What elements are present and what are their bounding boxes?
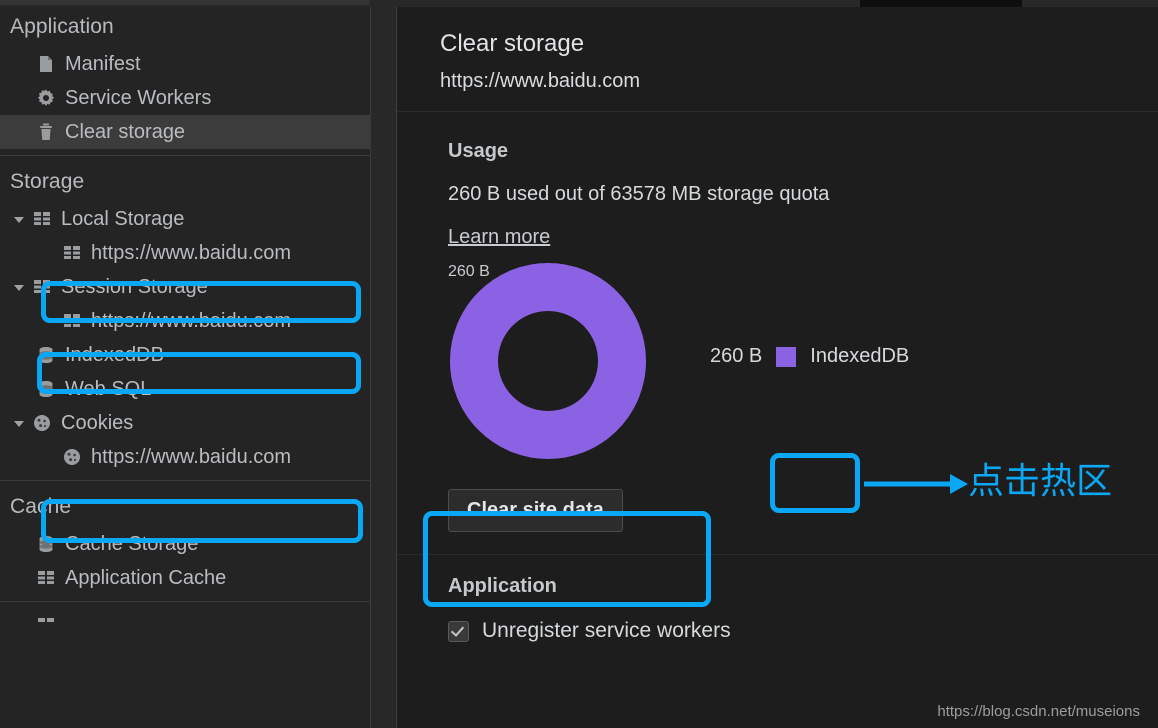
database-icon [39, 381, 53, 397]
sidebar-divider-3 [0, 601, 370, 602]
chevron-down-icon[interactable] [14, 280, 28, 294]
sidebar-item-clear-storage[interactable]: Clear storage [0, 115, 370, 149]
usage-donut-chart: 260 B 260 B IndexedDB [448, 263, 1158, 475]
unregister-service-workers-label: Unregister service workers [482, 619, 731, 642]
sidebar-item-label: IndexedDB [65, 343, 164, 366]
application-heading: Application [448, 575, 557, 597]
panel-origin: https://www.baidu.com [440, 70, 641, 92]
sidebar-item-label: Clear storage [65, 120, 186, 143]
sidebar-section-application: Application [10, 15, 114, 38]
clear-storage-panel: Clear storage https://www.baidu.com Usag… [398, 7, 1158, 728]
cookie-icon [64, 449, 80, 465]
sidebar-item-label: https://www.baidu.com [91, 241, 292, 264]
sidebar-item-session-storage[interactable]: Session Storage [0, 270, 370, 304]
splitter-edge [396, 7, 397, 728]
gear-icon [37, 89, 55, 106]
usage-heading: Usage [448, 140, 509, 162]
sidebar-item-label: Web SQL [65, 377, 152, 400]
sidebar-divider-2 [0, 480, 370, 481]
cookie-icon [34, 415, 50, 431]
unregister-service-workers-checkbox[interactable] [448, 620, 469, 642]
sidebar-item-label: Cookies [61, 411, 134, 434]
table-icon [34, 280, 50, 293]
sidebar-section-cache: Cache [10, 495, 72, 518]
table-icon [38, 618, 54, 622]
database-icon [39, 347, 53, 363]
sidebar-item-label: Service Workers [65, 86, 212, 109]
sidebar-item-cache-storage[interactable]: Cache Storage [0, 527, 370, 561]
document-icon [40, 56, 52, 72]
sidebar-item-label: Cache Storage [65, 532, 199, 555]
sidebar-item-partial[interactable] [0, 608, 370, 642]
legend-value: 260 B [710, 345, 763, 367]
usage-quota-text: 260 B used out of 63578 MB storage quota [448, 183, 830, 205]
top-strip-dark-segment [860, 0, 1022, 7]
top-strip-left-segment [0, 0, 370, 5]
sidebar-item-label: Manifest [65, 52, 141, 75]
chevron-down-icon[interactable] [14, 212, 28, 226]
sidebar-divider-1 [0, 155, 370, 156]
sidebar-item-local-storage-origin[interactable]: https://www.baidu.com [0, 236, 370, 270]
table-icon [34, 212, 50, 225]
window-top-strip [0, 0, 1158, 7]
watermark: https://blog.csdn.net/museions [937, 703, 1140, 720]
sidebar-item-label: Local Storage [61, 207, 185, 230]
page-title: Clear storage [440, 30, 585, 57]
table-icon [64, 246, 80, 259]
clear-site-data-button[interactable]: Clear site data [448, 489, 623, 532]
legend-swatch-indexeddb [776, 346, 797, 367]
chart-legend: 260 B IndexedDB [710, 345, 909, 368]
learn-more-link[interactable]: Learn more [448, 226, 550, 249]
panel-header: Clear storage https://www.baidu.com [398, 7, 1158, 112]
sidebar-item-indexeddb[interactable]: IndexedDB [0, 338, 370, 372]
clear-button-area: Clear site data [398, 475, 1158, 532]
sidebar-item-label: Session Storage [61, 275, 208, 298]
legend-label-indexeddb: IndexedDB [810, 345, 910, 367]
sidebar-section-storage: Storage [10, 170, 85, 193]
sidebar-item-label: https://www.baidu.com [91, 445, 292, 468]
database-icon [39, 536, 53, 552]
sidebar-item-manifest[interactable]: Manifest [0, 47, 370, 81]
panel-splitter[interactable] [371, 7, 397, 728]
sidebar-item-web-sql[interactable]: Web SQL [0, 372, 370, 406]
donut-ring[interactable] [450, 263, 646, 459]
table-icon [64, 314, 80, 327]
sidebar-item-label: https://www.baidu.com [91, 309, 292, 332]
unregister-service-workers-row[interactable]: Unregister service workers [448, 619, 1158, 643]
sidebar-item-service-workers[interactable]: Service Workers [0, 81, 370, 115]
chevron-down-icon[interactable] [14, 416, 28, 430]
sidebar-item-session-storage-origin[interactable]: https://www.baidu.com [0, 304, 370, 338]
sidebar-item-cookies[interactable]: Cookies [0, 406, 370, 440]
application-options-section: Application Unregister service workers [398, 555, 1158, 643]
sidebar-item-label: Application Cache [65, 566, 227, 589]
trash-icon [40, 123, 52, 140]
table-icon [38, 571, 54, 584]
sidebar-item-cookies-origin[interactable]: https://www.baidu.com [0, 440, 370, 474]
usage-section: Usage 260 B used out of 63578 MB storage… [398, 112, 1158, 475]
sidebar-item-application-cache[interactable]: Application Cache [0, 561, 370, 595]
sidebar-item-local-storage[interactable]: Local Storage [0, 202, 370, 236]
application-sidebar[interactable]: Application Manifest Service Workers Cle… [0, 7, 371, 728]
